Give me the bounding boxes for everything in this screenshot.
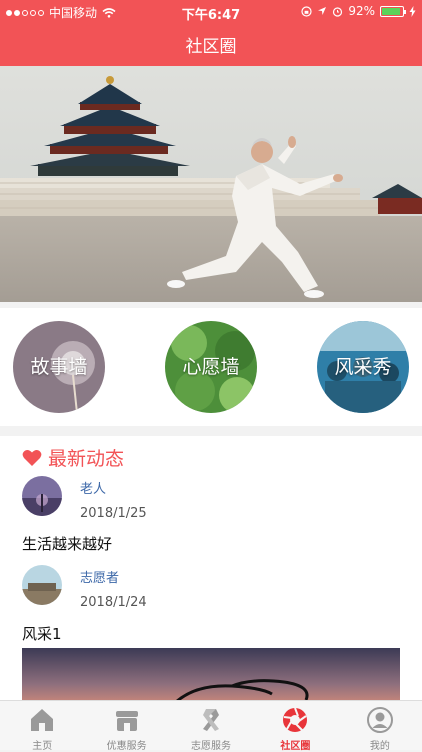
post-text[interactable]: 风采1 <box>22 623 62 644</box>
post-date: 2018/1/25 <box>80 506 147 521</box>
page-title: 社区圈 <box>185 37 237 57</box>
post-date: 2018/1/24 <box>80 595 147 610</box>
avatar[interactable] <box>22 476 62 516</box>
battery-percent: 92% <box>348 4 375 18</box>
tab-bar: 主页 优惠服务 志愿服务 社区圈 我的 <box>0 700 422 752</box>
tab-volunteer-services[interactable]: 志愿服务 <box>169 701 253 752</box>
volunteer-ribbon-icon <box>203 709 220 731</box>
home-icon <box>31 709 54 731</box>
temple-of-heaven-taichi-photo <box>0 66 422 302</box>
alarm-icon <box>333 6 343 17</box>
status-bar: 中国移动 下午6:47 92% <box>0 0 422 23</box>
category-label: 风采秀 <box>334 356 392 378</box>
banner-image[interactable] <box>0 66 422 302</box>
location-arrow-icon <box>318 7 327 15</box>
avatar[interactable] <box>22 565 62 605</box>
post-username[interactable]: 老人 <box>80 478 106 497</box>
feed-title: 最新动态 <box>48 448 125 470</box>
category-wish-wall[interactable]: 心愿墙 <box>165 321 257 413</box>
category-label: 故事墙 <box>30 356 88 378</box>
top-bar: 中国移动 下午6:47 92% 社区圈 <box>0 0 422 66</box>
tab-discount-services[interactable]: 优惠服务 <box>84 701 168 752</box>
post-text[interactable]: 生活越来越好 <box>22 533 112 554</box>
post-username[interactable]: 志愿者 <box>80 567 119 586</box>
camera-shutter-icon <box>283 707 308 732</box>
post-image[interactable] <box>22 648 400 700</box>
feed-header: 最新动态 <box>22 444 124 471</box>
status-right: 92% <box>301 4 416 18</box>
battery-icon <box>380 5 406 17</box>
tab-community-circle[interactable]: 社区圈 <box>253 701 337 752</box>
rotation-lock-icon <box>301 5 312 17</box>
user-icon <box>366 707 393 733</box>
latest-feed: 最新动态 老人 2018/1/25 生活越来越好 志愿者 2018/1/24 风… <box>0 436 422 700</box>
category-label: 心愿墙 <box>182 356 240 378</box>
tab-home[interactable]: 主页 <box>0 701 84 752</box>
category-row: 故事墙 心愿墙 风采秀 <box>0 308 422 426</box>
shop-icon <box>115 711 138 731</box>
charging-bolt-icon <box>409 5 416 17</box>
category-showcase[interactable]: 风采秀 <box>317 321 409 413</box>
heart-icon <box>22 449 42 466</box>
category-story-wall[interactable]: 故事墙 <box>13 321 105 413</box>
tab-mine[interactable]: 我的 <box>338 701 422 752</box>
